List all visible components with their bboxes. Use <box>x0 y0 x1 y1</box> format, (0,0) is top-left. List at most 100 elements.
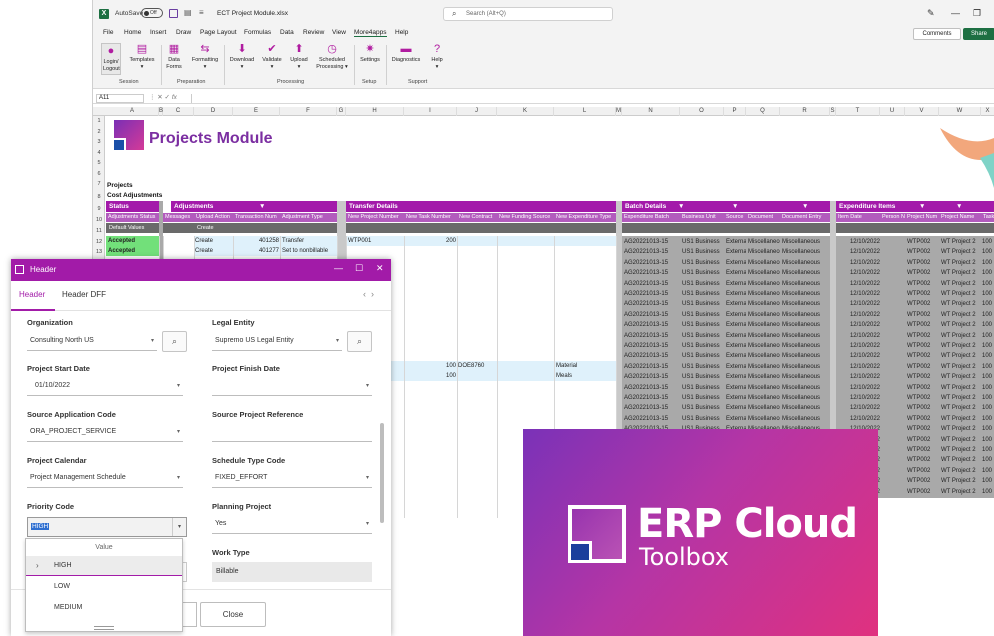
project-name-cell[interactable]: WT Project 2 <box>941 320 981 330</box>
menu-formulas[interactable]: Formulas <box>244 29 271 36</box>
column-header-h[interactable]: H <box>346 107 404 116</box>
filter-icon[interactable]: ▼ <box>919 201 925 212</box>
dropdown-option-low[interactable]: LOW <box>26 577 182 597</box>
txn-num-cell[interactable]: 401277 <box>233 246 279 256</box>
fx-icon[interactable]: ⋮ ✕ ✓ fx <box>149 93 177 101</box>
column-header-x[interactable]: X <box>981 107 994 116</box>
project-name-cell[interactable]: WT Project 2 <box>941 351 981 361</box>
source-cell[interactable]: External <box>726 362 746 372</box>
share-button[interactable]: Share <box>963 28 994 40</box>
document-entry-cell[interactable]: Miscellaneous <box>782 403 830 413</box>
business-unit-cell[interactable]: US1 Business <box>682 331 724 341</box>
project-num-cell[interactable]: WTP002 <box>907 351 939 361</box>
batch-cell[interactable]: AG20221013-15 <box>624 351 680 361</box>
source-cell[interactable]: External <box>726 268 746 278</box>
batch-cell[interactable]: AG20221013-15 <box>624 247 680 257</box>
batch-cell[interactable]: AG20221013-15 <box>624 289 680 299</box>
batch-cell[interactable]: AG20221013-15 <box>624 414 680 424</box>
project-name-cell[interactable]: WT Project 2 <box>941 445 981 455</box>
maximize-button[interactable]: ☐ <box>355 263 363 274</box>
document-entry-cell[interactable]: Miscellaneous <box>782 237 830 247</box>
item-date-cell[interactable]: 12/10/2022 <box>838 299 880 309</box>
project-num-cell[interactable]: WTP002 <box>907 476 939 486</box>
planning-field[interactable]: Yes ▾ <box>212 516 372 534</box>
task-cell[interactable]: 100 <box>982 320 994 330</box>
business-unit-cell[interactable]: US1 Business <box>682 414 724 424</box>
data-forms-button[interactable]: ▦ Data Forms <box>163 43 185 71</box>
start-date-field[interactable]: 01/10/2022 ▾ <box>27 378 183 396</box>
batch-cell[interactable]: AG20221013-15 <box>624 393 680 403</box>
organization-search-button[interactable]: ⌕ <box>162 331 187 352</box>
diagnostics-button[interactable]: ▬ Diagnostics <box>389 43 423 64</box>
business-unit-cell[interactable]: US1 Business <box>682 403 724 413</box>
project-num-cell[interactable]: WTP002 <box>907 414 939 424</box>
project-name-cell[interactable]: WT Project 2 <box>941 258 981 268</box>
project-name-cell[interactable]: WT Project 2 <box>941 237 981 247</box>
column-header-l[interactable]: L <box>554 107 616 116</box>
task-cell[interactable]: 100 <box>982 393 994 403</box>
document-cell[interactable]: Miscellaneous <box>748 258 780 268</box>
document-cell[interactable]: Miscellaneous <box>748 331 780 341</box>
batch-cell[interactable]: AG20221013-15 <box>624 331 680 341</box>
document-cell[interactable]: Miscellaneous <box>748 247 780 257</box>
help-button[interactable]: ? Help ▾ <box>427 43 447 71</box>
project-num-cell[interactable]: WTP002 <box>907 289 939 299</box>
project-num-cell[interactable]: WTP002 <box>907 393 939 403</box>
project-num-cell[interactable]: WTP002 <box>907 466 939 476</box>
document-entry-cell[interactable]: Miscellaneous <box>782 372 830 382</box>
comments-button[interactable]: Comments <box>913 28 961 40</box>
upload-action-cell[interactable]: Create <box>195 236 231 246</box>
document-entry-cell[interactable]: Miscellaneous <box>782 289 830 299</box>
item-date-cell[interactable]: 12/10/2022 <box>838 362 880 372</box>
tab-header-dff[interactable]: Header DFF <box>62 290 106 299</box>
column-header-c[interactable]: C <box>163 107 194 116</box>
project-num-cell[interactable]: WTP002 <box>907 424 939 434</box>
close-icon[interactable]: ✕ <box>376 263 384 274</box>
document-entry-cell[interactable]: Miscellaneous <box>782 320 830 330</box>
customize-icon[interactable]: ≡ <box>199 8 204 17</box>
project-name-cell[interactable]: WT Project 2 <box>941 247 981 257</box>
business-unit-cell[interactable]: US1 Business <box>682 258 724 268</box>
filter-icon[interactable]: ▼ <box>802 201 808 212</box>
batch-cell[interactable]: AG20221013-15 <box>624 341 680 351</box>
item-date-cell[interactable]: 12/10/2022 <box>838 351 880 361</box>
batch-cell[interactable]: AG20221013-15 <box>624 383 680 393</box>
task-cell[interactable]: 100 <box>982 289 994 299</box>
source-cell[interactable]: External <box>726 414 746 424</box>
document-entry-cell[interactable]: Miscellaneous <box>782 331 830 341</box>
task-cell[interactable]: 100 <box>982 403 994 413</box>
row-header-7[interactable]: 7 <box>93 179 105 190</box>
footer-button-edge[interactable] <box>181 602 197 627</box>
document-cell[interactable]: Miscellaneous <box>748 310 780 320</box>
column-header-d[interactable]: D <box>194 107 233 116</box>
item-date-cell[interactable]: 12/10/2022 <box>838 268 880 278</box>
batch-cell[interactable]: AG20221013-15 <box>624 268 680 278</box>
document-entry-cell[interactable]: Miscellaneous <box>782 362 830 372</box>
document-cell[interactable]: Miscellaneous <box>748 414 780 424</box>
project-num-cell[interactable]: WTP002 <box>907 310 939 320</box>
upload-action-cell[interactable]: Create <box>195 246 231 256</box>
column-header-f[interactable]: F <box>280 107 337 116</box>
task-cell[interactable]: 100 <box>982 372 994 382</box>
resize-grip-icon[interactable] <box>94 626 114 630</box>
project-name-cell[interactable]: WT Project 2 <box>941 383 981 393</box>
source-cell[interactable]: External <box>726 299 746 309</box>
batch-cell[interactable]: AG20221013-15 <box>624 310 680 320</box>
calendar-field[interactable]: Project Management Schedule ▾ <box>27 470 183 488</box>
search-box[interactable]: ⌕ Search (Alt+Q) <box>443 7 613 21</box>
source-cell[interactable]: External <box>726 393 746 403</box>
status-cell[interactable]: Accepted <box>106 246 159 256</box>
business-unit-cell[interactable]: US1 Business <box>682 299 724 309</box>
project-name-cell[interactable]: WT Project 2 <box>941 299 981 309</box>
source-cell[interactable]: External <box>726 383 746 393</box>
project-name-cell[interactable]: WT Project 2 <box>941 331 981 341</box>
project-name-cell[interactable]: WT Project 2 <box>941 341 981 351</box>
source-cell[interactable]: External <box>726 351 746 361</box>
minimize-button[interactable]: — <box>334 263 343 273</box>
source-cell[interactable]: External <box>726 258 746 268</box>
document-entry-cell[interactable]: Miscellaneous <box>782 247 830 257</box>
business-unit-cell[interactable]: US1 Business <box>682 247 724 257</box>
menu-view[interactable]: View <box>332 29 346 36</box>
task-cell[interactable]: 100 <box>982 299 994 309</box>
minimize-button[interactable]: — <box>951 8 960 18</box>
